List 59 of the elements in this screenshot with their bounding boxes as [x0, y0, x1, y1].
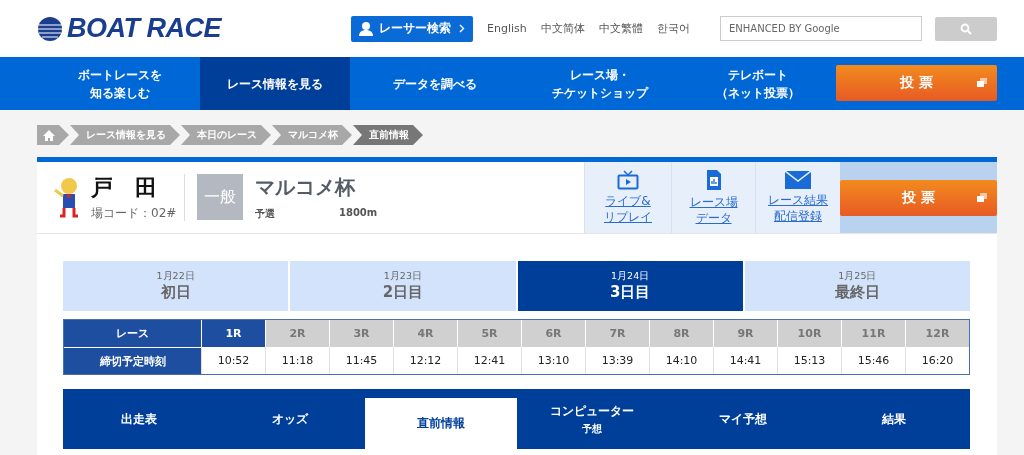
search-button[interactable] — [935, 16, 997, 41]
info-tab[interactable]: マイ予想 — [667, 389, 819, 449]
deadline-header: 締切予定時刻 — [64, 347, 201, 374]
info-tab[interactable]: 結果 — [818, 389, 971, 449]
nav-item[interactable]: テレボート （ネット投票） — [680, 57, 835, 110]
race-tab[interactable]: 9R — [713, 320, 777, 347]
document-chart-icon — [705, 168, 722, 191]
language-link[interactable]: English — [487, 22, 527, 35]
venue-link[interactable]: レース場 データ — [671, 162, 755, 233]
info-tab[interactable]: オッズ — [214, 389, 366, 449]
race-tab[interactable]: 2R — [265, 320, 329, 347]
new-window-icon — [977, 192, 987, 202]
race-tab[interactable]: 11R — [841, 320, 905, 347]
day-tab[interactable]: 1月24日 3日目 — [517, 261, 743, 311]
race-tab[interactable]: 4R — [393, 320, 457, 347]
venue-name: 戸 田 — [91, 174, 158, 202]
language-link[interactable]: 中文简体 — [540, 21, 585, 36]
logo-text[interactable]: BOAT RACE — [67, 13, 221, 44]
nav-item[interactable]: データを調べる — [350, 57, 520, 110]
chevron-right-icon — [459, 24, 465, 33]
language-link[interactable]: 中文繁體 — [598, 21, 643, 36]
race-tab[interactable]: 12R — [905, 320, 969, 347]
race-tab[interactable]: 3R — [329, 320, 393, 347]
race-title: マルコメ杯 — [255, 174, 356, 201]
racer-search-button[interactable]: レーサー検索 — [351, 15, 473, 42]
vote-button[interactable]: 投 票 — [836, 65, 997, 101]
race-tab[interactable]: 6R — [521, 320, 585, 347]
race-distance: 1800m — [339, 207, 378, 220]
day-tab[interactable]: 1月25日 最終日 — [744, 261, 970, 311]
language-link[interactable]: 한국어 — [656, 21, 690, 36]
new-window-icon — [977, 78, 987, 87]
logo-sphere-icon — [37, 15, 63, 42]
person-icon — [359, 21, 373, 36]
race-tab[interactable]: 5R — [457, 320, 521, 347]
venue-link[interactable]: レース結果 配信登録 — [755, 162, 840, 233]
envelope-icon — [785, 170, 811, 189]
grade-badge: 一般 — [197, 174, 243, 220]
tv-icon — [617, 169, 639, 190]
vote-button[interactable]: 投 票 — [840, 179, 997, 216]
search-field[interactable]: ENHANCED BY Google — [720, 16, 922, 41]
nav-item[interactable]: レース情報を見る — [200, 57, 350, 110]
info-tab[interactable]: コンピューター 予想 — [516, 389, 668, 449]
race-stage: 予選 — [255, 207, 276, 221]
info-tab[interactable]: 直前情報 — [365, 398, 517, 449]
day-tab[interactable]: 1月22日 初日 — [63, 261, 289, 311]
nav-item[interactable]: ボートレースを 知る楽しむ — [40, 57, 200, 110]
breadcrumb-item[interactable]: 直前情報 — [353, 125, 423, 145]
home-crumb[interactable] — [37, 125, 69, 145]
race-header: レース — [64, 320, 201, 347]
venue-code: 場コード：02# — [91, 205, 177, 222]
race-tab[interactable]: 7R — [585, 320, 649, 347]
race-tab[interactable]: 10R — [777, 320, 841, 347]
home-icon — [43, 129, 55, 141]
day-tab[interactable]: 1月23日 2日目 — [290, 261, 516, 311]
race-tab[interactable]: 8R — [649, 320, 713, 347]
info-tab[interactable]: 出走表 — [63, 389, 215, 449]
race-tab[interactable]: 1R — [201, 320, 265, 347]
search-icon — [960, 22, 972, 35]
nav-item[interactable]: レース場・ チケットショップ — [520, 57, 680, 110]
